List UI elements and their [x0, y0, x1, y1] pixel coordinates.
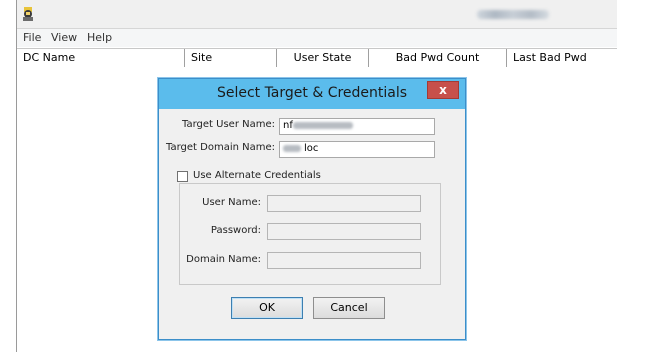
window-titlebar	[17, 0, 617, 29]
column-user-state[interactable]: User State	[277, 49, 369, 67]
menu-file[interactable]: File	[23, 31, 41, 44]
user-name-input[interactable]	[267, 195, 421, 212]
user-name-label: User Name:	[202, 197, 261, 208]
password-label: Password:	[210, 225, 261, 236]
dialog-title: Select Target & Credentials	[216, 85, 408, 101]
target-user-input[interactable]: nf	[279, 118, 435, 135]
redacted-text	[292, 121, 353, 129]
use-alternate-label: Use Alternate Credentials	[193, 170, 321, 181]
target-user-label: Target User Name:	[182, 119, 275, 130]
password-input[interactable]	[267, 223, 421, 240]
target-domain-value: loc	[304, 143, 319, 154]
menu-view[interactable]: View	[51, 31, 77, 44]
app-icon	[23, 7, 33, 21]
target-user-value: nf	[283, 120, 293, 131]
column-last-bad-pwd[interactable]: Last Bad Pwd	[507, 49, 617, 67]
close-icon: x	[439, 83, 447, 97]
list-header: DC Name Site User State Bad Pwd Count La…	[17, 48, 617, 68]
use-alternate-checkbox[interactable]	[177, 171, 188, 182]
target-domain-input[interactable]: loc	[279, 141, 435, 158]
dialog-titlebar: Select Target & Credentials x	[159, 79, 465, 109]
column-dc-name[interactable]: DC Name	[17, 49, 185, 67]
redacted-text	[283, 144, 301, 152]
menu-bar: File View Help	[17, 29, 617, 47]
ok-button[interactable]: OK	[231, 297, 303, 319]
select-target-dialog: Select Target & Credentials x Target Use…	[158, 78, 466, 340]
cancel-button[interactable]: Cancel	[313, 297, 385, 319]
column-site[interactable]: Site	[185, 49, 277, 67]
window-title-redacted	[477, 10, 549, 19]
target-domain-label: Target Domain Name:	[166, 142, 275, 153]
domain-name-input[interactable]	[267, 252, 421, 269]
menu-help[interactable]: Help	[87, 31, 112, 44]
close-button[interactable]: x	[427, 81, 459, 99]
dialog-body: Target User Name: nf Target Domain Name:…	[159, 109, 465, 339]
column-bad-pwd-count[interactable]: Bad Pwd Count	[369, 49, 507, 67]
domain-name-label: Domain Name:	[186, 254, 261, 265]
